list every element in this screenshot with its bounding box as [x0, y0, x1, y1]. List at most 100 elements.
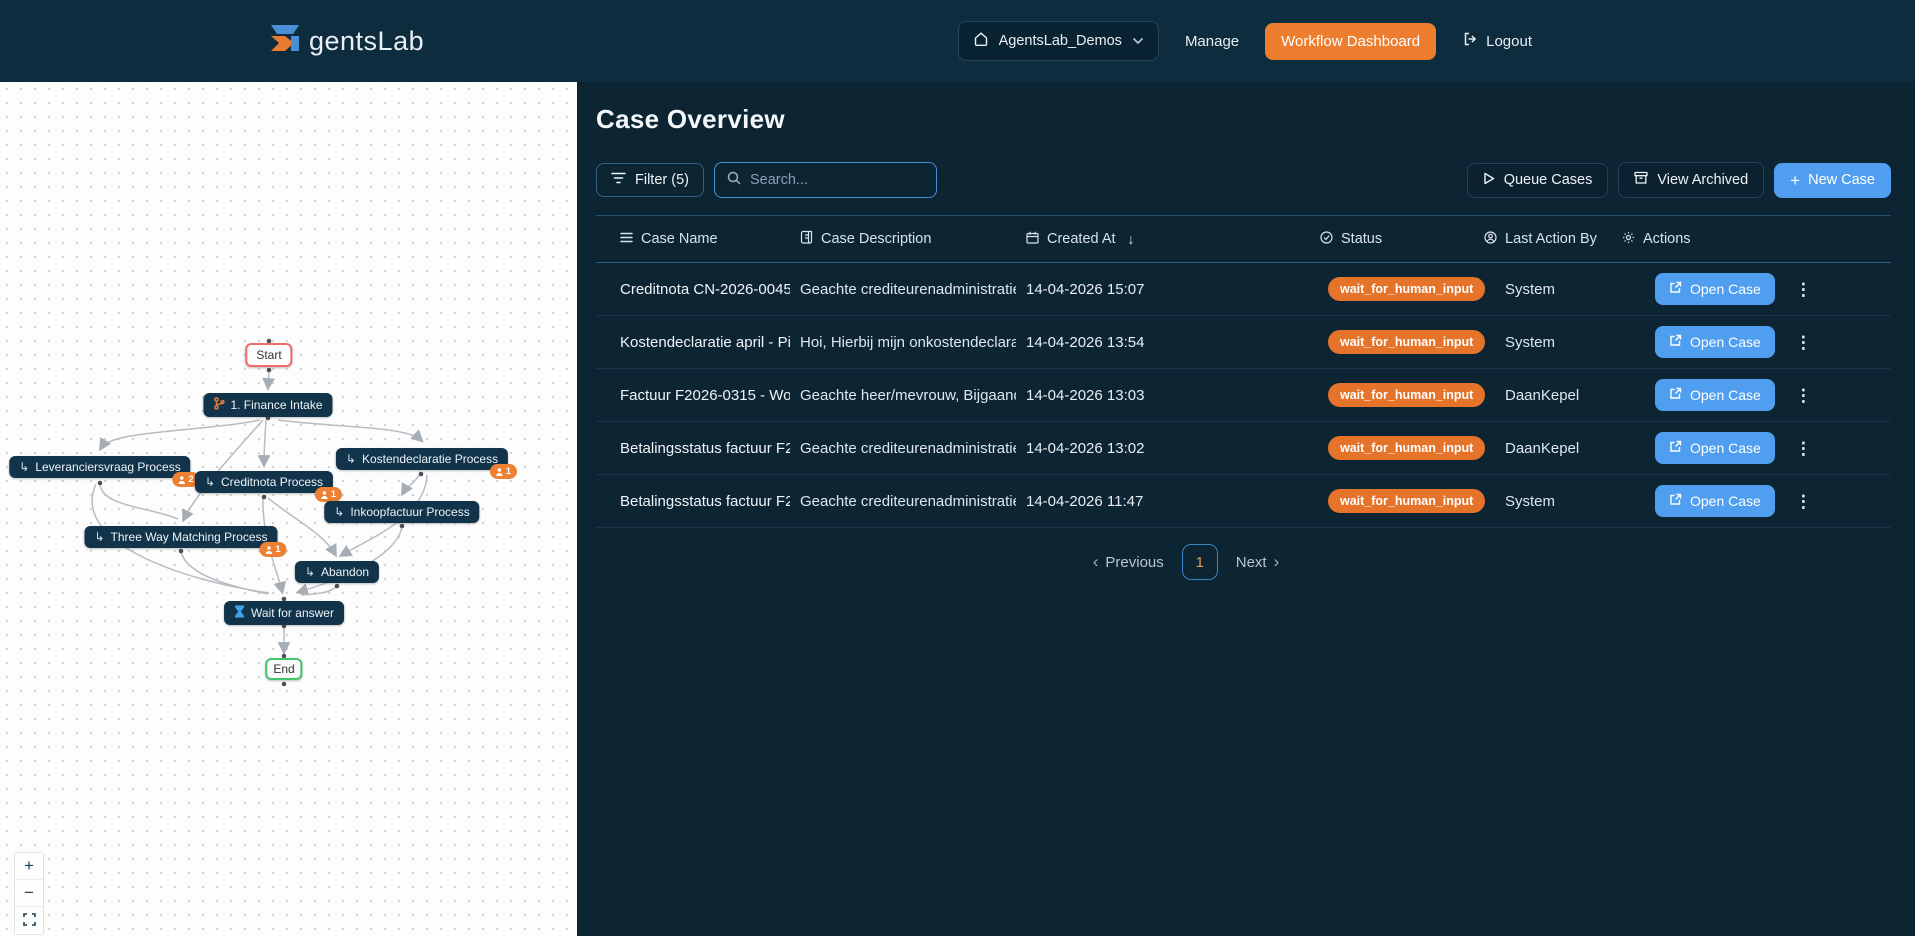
- canvas-controls: + −: [14, 852, 44, 935]
- subprocess-icon: ↳: [19, 461, 29, 473]
- plus-icon: +: [1790, 172, 1800, 189]
- row-menu-button[interactable]: ⋮: [1789, 489, 1818, 514]
- logout-link[interactable]: Logout: [1462, 31, 1532, 51]
- filter-button[interactable]: Filter (5): [596, 163, 704, 197]
- search-box: [714, 162, 937, 198]
- open-case-button[interactable]: Open Case: [1655, 485, 1775, 517]
- page-number-button[interactable]: 1: [1182, 544, 1218, 580]
- table-row[interactable]: Kostendeclaratie april - Pieter… Hoi, Hi…: [596, 316, 1891, 369]
- gear-icon: [1622, 231, 1635, 248]
- toolbar: Filter (5): [596, 162, 1891, 198]
- sort-descending-icon[interactable]: ↓: [1128, 231, 1135, 247]
- page-title: Case Overview: [596, 104, 1891, 135]
- queue-cases-button[interactable]: Queue Cases: [1467, 163, 1609, 198]
- pagination: ‹ Previous 1 Next ›: [596, 544, 1776, 580]
- row-menu-button[interactable]: ⋮: [1789, 383, 1818, 408]
- subprocess-icon: ↳: [94, 531, 104, 543]
- workflow-dashboard-button[interactable]: Workflow Dashboard: [1265, 23, 1436, 60]
- row-menu-button[interactable]: ⋮: [1789, 277, 1818, 302]
- workflow-node-start[interactable]: Start: [245, 343, 292, 367]
- workflow-node-wait-for-answer[interactable]: Wait for answer: [224, 601, 344, 625]
- fit-view-button[interactable]: [15, 907, 43, 934]
- user-circle-icon: [1484, 231, 1497, 248]
- content-area: Start 1. Finance Intake ↳ Leveranciersvr…: [0, 82, 1915, 936]
- search-input[interactable]: [750, 172, 924, 188]
- branch-icon: [213, 397, 224, 413]
- external-link-icon: [1669, 440, 1682, 456]
- check-circle-icon: [1320, 231, 1333, 248]
- fit-view-icon: [23, 911, 36, 931]
- row-menu-button[interactable]: ⋮: [1789, 436, 1818, 461]
- archive-icon: [1634, 171, 1648, 189]
- search-icon: [727, 171, 741, 190]
- status-badge: wait_for_human_input: [1328, 436, 1485, 460]
- logo-icon: [263, 17, 307, 66]
- cases-table: Case Name Case Description: [596, 215, 1891, 528]
- status-badge: wait_for_human_input: [1328, 489, 1485, 513]
- subprocess-icon: ↳: [346, 453, 356, 465]
- calendar-icon: [1026, 231, 1039, 248]
- subprocess-icon: ↳: [305, 566, 315, 578]
- navbar: gentsLab AgentsLab_Demos Manage Workflow…: [0, 0, 1915, 82]
- chevron-down-icon: [1132, 33, 1144, 49]
- app-root: gentsLab AgentsLab_Demos Manage Workflow…: [0, 0, 1915, 936]
- workflow-node-abandon[interactable]: ↳ Abandon: [295, 561, 379, 583]
- workspace-selector[interactable]: AgentsLab_Demos: [958, 21, 1159, 61]
- workflow-node-three-way-matching[interactable]: ↳ Three Way Matching Process 1: [84, 526, 277, 548]
- column-header-case-name[interactable]: Case Name: [620, 231, 800, 247]
- external-link-icon: [1669, 281, 1682, 297]
- assignee-count-badge: 1: [315, 487, 342, 502]
- table-header-row: Case Name Case Description: [596, 216, 1891, 263]
- home-icon: [973, 31, 989, 51]
- status-badge: wait_for_human_input: [1328, 383, 1485, 407]
- table-row[interactable]: Betalingsstatus factuur F2026… Geachte c…: [596, 475, 1891, 528]
- table-row[interactable]: Betalingsstatus factuur F2026… Geachte c…: [596, 422, 1891, 475]
- open-case-button[interactable]: Open Case: [1655, 326, 1775, 358]
- workflow-node-leveranciersvraag[interactable]: ↳ Leveranciersvraag Process 2: [9, 456, 190, 478]
- workflow-node-kostendeclaratie[interactable]: ↳ Kostendeclaratie Process 1: [336, 448, 508, 470]
- open-case-button[interactable]: Open Case: [1655, 432, 1775, 464]
- workflow-node-end[interactable]: End: [265, 658, 302, 680]
- column-header-status[interactable]: Status: [1320, 231, 1484, 248]
- assignee-count-badge: 1: [490, 464, 517, 479]
- new-case-button[interactable]: + New Case: [1774, 163, 1891, 198]
- table-row[interactable]: Creditnota CN-2026-0045 - IT… Geachte cr…: [596, 263, 1891, 316]
- workflow-canvas[interactable]: Start 1. Finance Intake ↳ Leveranciersvr…: [0, 82, 577, 936]
- table-row[interactable]: Factuur F2026-0315 - Wolters … Geachte h…: [596, 369, 1891, 422]
- column-header-case-description[interactable]: Case Description: [800, 230, 1026, 248]
- open-case-button[interactable]: Open Case: [1655, 379, 1775, 411]
- case-overview-panel: Case Overview Filter (5): [577, 82, 1915, 936]
- manage-link[interactable]: Manage: [1185, 33, 1239, 50]
- hourglass-icon: [234, 605, 245, 621]
- navbar-actions: AgentsLab_Demos Manage Workflow Dashboar…: [958, 21, 1532, 61]
- list-icon: [620, 231, 633, 247]
- workspace-name: AgentsLab_Demos: [999, 33, 1122, 49]
- row-menu-button[interactable]: ⋮: [1789, 330, 1818, 355]
- column-header-last-action-by[interactable]: Last Action By: [1484, 231, 1622, 248]
- filter-icon: [611, 172, 626, 188]
- logo-text: gentsLab: [309, 26, 424, 57]
- assignee-count-badge: 1: [259, 542, 286, 557]
- workflow-node-finance-intake[interactable]: 1. Finance Intake: [203, 393, 332, 417]
- play-icon: [1483, 172, 1495, 189]
- status-badge: wait_for_human_input: [1328, 330, 1485, 354]
- chevron-left-icon: ‹: [1093, 552, 1099, 572]
- workflow-node-inkoopfactuur[interactable]: ↳ Inkoopfactuur Process: [324, 501, 479, 523]
- column-header-actions: Actions: [1622, 231, 1891, 248]
- chevron-right-icon: ›: [1274, 552, 1280, 572]
- zoom-in-button[interactable]: +: [15, 853, 43, 880]
- open-case-button[interactable]: Open Case: [1655, 273, 1775, 305]
- logout-icon: [1462, 31, 1478, 51]
- column-header-created-at[interactable]: Created At ↓: [1026, 231, 1320, 248]
- zoom-out-button[interactable]: −: [15, 880, 43, 907]
- next-page-button[interactable]: Next ›: [1236, 552, 1280, 572]
- workflow-edges: [0, 82, 577, 936]
- app-logo[interactable]: gentsLab: [263, 17, 424, 66]
- workflow-node-creditnota[interactable]: ↳ Creditnota Process 1: [195, 471, 333, 493]
- external-link-icon: [1669, 387, 1682, 403]
- scroll-icon: [800, 230, 813, 248]
- view-archived-button[interactable]: View Archived: [1618, 162, 1764, 198]
- subprocess-icon: ↳: [334, 506, 344, 518]
- external-link-icon: [1669, 334, 1682, 350]
- previous-page-button[interactable]: ‹ Previous: [1093, 552, 1164, 572]
